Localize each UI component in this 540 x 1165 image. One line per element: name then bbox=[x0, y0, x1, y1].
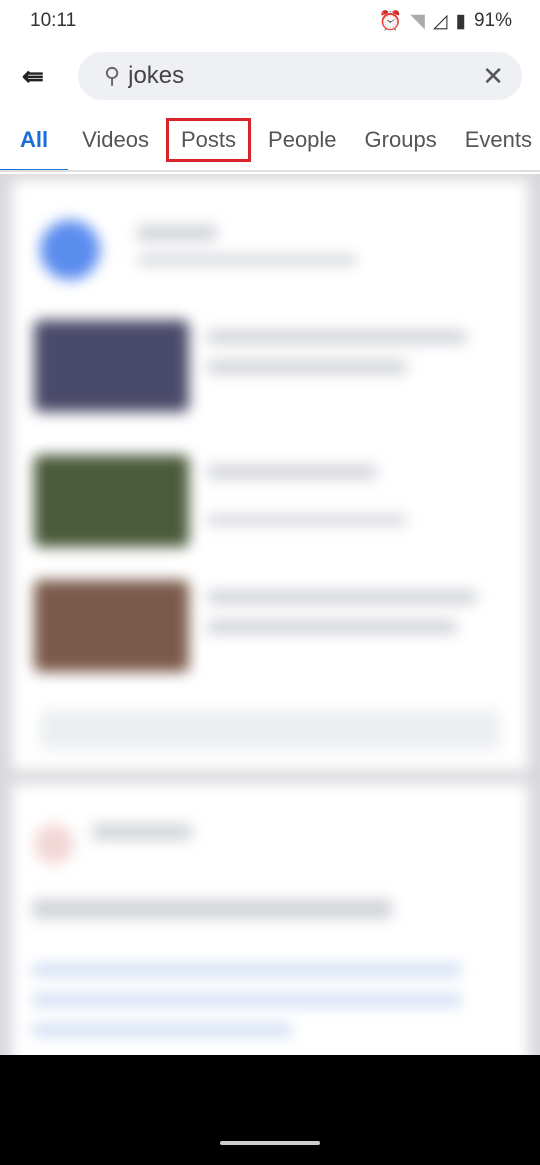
battery-level: 91% bbox=[473, 10, 512, 31]
alarm-icon: ⏰ bbox=[378, 11, 403, 32]
bottom-overlay bbox=[0, 1055, 540, 1165]
tab-posts[interactable]: Posts bbox=[163, 115, 254, 165]
search-input[interactable] bbox=[128, 62, 483, 90]
clock: 10:11 bbox=[30, 10, 77, 31]
post-card bbox=[12, 784, 528, 1084]
close-icon[interactable]: ✕ bbox=[482, 61, 504, 92]
wifi-icon: ◥ bbox=[410, 10, 425, 32]
tab-videos[interactable]: Videos bbox=[68, 110, 163, 170]
result-card bbox=[12, 180, 528, 770]
status-bar: 10:11 ⏰ ◥ ◿ ▮ 91% bbox=[0, 0, 540, 42]
filter-tabs: All Videos Posts People Groups Events bbox=[0, 110, 540, 172]
tab-all[interactable]: All bbox=[0, 110, 69, 170]
tab-groups[interactable]: Groups bbox=[351, 110, 451, 170]
search-bar[interactable]: ⚲ ✕ bbox=[78, 52, 522, 100]
search-icon: ⚲ bbox=[104, 63, 121, 88]
signal-icon: ◿ bbox=[432, 10, 448, 32]
back-arrow-icon[interactable]: ⇚ bbox=[22, 61, 62, 92]
tab-events[interactable]: Events bbox=[451, 110, 540, 170]
home-indicator[interactable] bbox=[220, 1141, 320, 1145]
tab-people[interactable]: People bbox=[254, 110, 351, 170]
battery-icon: ▮ bbox=[455, 10, 466, 32]
search-header: ⇚ ⚲ ✕ bbox=[0, 42, 540, 110]
blurred-results bbox=[0, 174, 540, 1165]
